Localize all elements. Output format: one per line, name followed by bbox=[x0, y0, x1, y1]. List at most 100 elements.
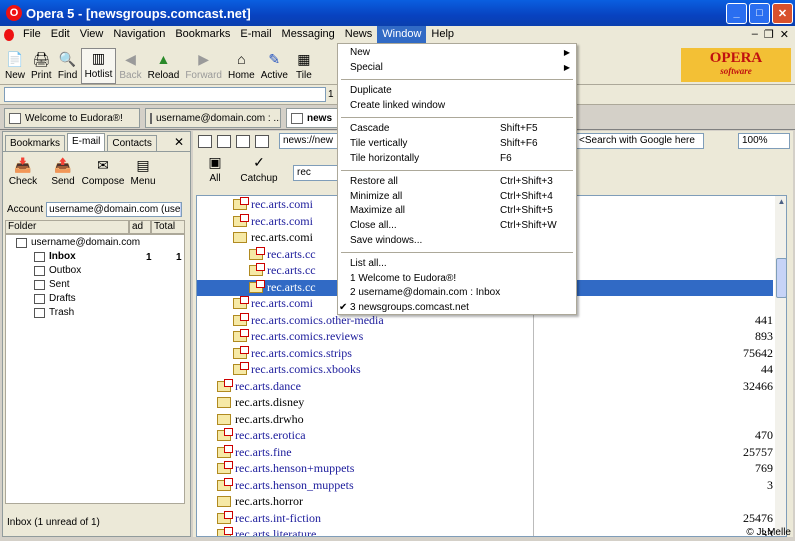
check-button[interactable]: 📥 Check bbox=[3, 156, 43, 196]
search-input[interactable]: <Search with Google here bbox=[576, 133, 704, 149]
tile-button[interactable]: ▦ Tile bbox=[291, 50, 317, 84]
newsgroup-row[interactable]: rec.arts.comics.strips 75642 bbox=[197, 345, 773, 363]
home-button[interactable]: ⌂ Home bbox=[225, 50, 258, 84]
close-button[interactable]: ✕ bbox=[772, 2, 793, 24]
group-filter-input[interactable]: rec bbox=[293, 165, 339, 181]
menu-button[interactable]: ▤ Menu bbox=[123, 156, 163, 196]
window-menu-item[interactable]: Tile horizontally F6 bbox=[338, 152, 576, 166]
newsgroup-name: rec.arts.comi bbox=[251, 296, 313, 310]
new-button[interactable]: 📄 New bbox=[2, 50, 28, 84]
mdi-close-icon[interactable]: ✕ bbox=[780, 28, 789, 41]
menu-separator bbox=[341, 117, 573, 119]
view-icon[interactable] bbox=[217, 134, 231, 148]
window-menu-item[interactable]: Cascade Shift+F5 bbox=[338, 122, 576, 136]
menu-file[interactable]: File bbox=[18, 26, 46, 43]
window-menu-item[interactable]: Save windows... bbox=[338, 234, 576, 248]
col-unread[interactable]: ad bbox=[129, 220, 151, 234]
col-total[interactable]: Total bbox=[151, 220, 185, 234]
folder-root[interactable]: username@domain.com bbox=[16, 237, 140, 248]
menu-item-label: List all... bbox=[350, 258, 387, 270]
window-menu-item[interactable]: Restore all Ctrl+Shift+3 bbox=[338, 175, 576, 189]
opera-menu-icon[interactable] bbox=[4, 28, 14, 41]
window-menu-item[interactable]: List all... bbox=[338, 257, 576, 271]
chevron-down-icon: ▼ bbox=[180, 203, 182, 216]
newsgroup-row[interactable]: rec.arts.literature 33 bbox=[197, 527, 773, 536]
menu-navigation[interactable]: Navigation bbox=[108, 26, 170, 43]
window-menu-item[interactable]: Tile vertically Shift+F6 bbox=[338, 137, 576, 151]
newsgroup-row[interactable]: rec.arts.horror bbox=[197, 494, 773, 511]
tab-inbox[interactable]: username@domain.com : ... bbox=[145, 108, 281, 128]
menu-item-label: Cascade bbox=[350, 123, 390, 135]
active-button[interactable]: ✎ Active bbox=[258, 50, 291, 84]
send-button[interactable]: 📤 Send bbox=[43, 156, 83, 196]
newsgroup-row[interactable]: rec.arts.drwho bbox=[197, 412, 773, 429]
inbox-total: 1 bbox=[176, 252, 182, 263]
window-menu-item[interactable]: Close all... Ctrl+Shift+W bbox=[338, 219, 576, 233]
tab-welcome[interactable]: Welcome to Eudora®! bbox=[4, 108, 140, 128]
scroll-thumb[interactable] bbox=[776, 258, 786, 298]
panel-close-icon[interactable]: ✕ bbox=[174, 135, 184, 149]
minimize-button[interactable]: _ bbox=[726, 2, 747, 24]
catchup-button[interactable]: ✓ Catchup bbox=[237, 153, 281, 187]
compose-icon: ✉ bbox=[97, 156, 109, 173]
newsgroup-row[interactable]: rec.arts.dance 32466 bbox=[197, 378, 773, 396]
newsgroup-row[interactable]: rec.arts.henson_muppets 3 bbox=[197, 477, 773, 495]
window-menu-item[interactable]: Minimize all Ctrl+Shift+4 bbox=[338, 190, 576, 204]
window-menu-item[interactable]: ✔ 3 newsgroups.comcast.net bbox=[338, 301, 576, 315]
account-select[interactable]: username@domain.com (use▼ bbox=[46, 202, 183, 217]
newsgroup-row[interactable]: rec.arts.fine 25757 bbox=[197, 444, 773, 462]
zoom-select[interactable]: 100% bbox=[738, 133, 790, 149]
window-menu-item[interactable]: 1 Welcome to Eudora®! bbox=[338, 272, 576, 286]
menu-messaging[interactable]: Messaging bbox=[277, 26, 340, 43]
col-folder[interactable]: Folder bbox=[5, 220, 129, 234]
lock-icon[interactable] bbox=[198, 134, 212, 148]
compose-button[interactable]: ✉ Compose bbox=[82, 156, 125, 196]
folder-inbox[interactable]: Inbox bbox=[34, 251, 76, 262]
window-menu-item[interactable]: 2 username@domain.com : Inbox bbox=[338, 286, 576, 300]
back-button[interactable]: ◀ Back bbox=[116, 50, 144, 84]
menu-help[interactable]: Help bbox=[426, 26, 459, 43]
tab-email[interactable]: E-mail bbox=[67, 133, 106, 151]
folder-outbox[interactable]: Outbox bbox=[34, 265, 81, 276]
reload-button[interactable]: ▲ Reload bbox=[145, 50, 183, 84]
menu-news[interactable]: News bbox=[340, 26, 378, 43]
forward-button[interactable]: ▶ Forward bbox=[182, 50, 225, 84]
print-preview-icon[interactable] bbox=[255, 134, 269, 148]
tab-bookmarks[interactable]: Bookmarks bbox=[5, 135, 66, 151]
window-menu-item[interactable]: Maximize all Ctrl+Shift+5 bbox=[338, 204, 576, 218]
all-button[interactable]: ▣ All bbox=[193, 153, 237, 187]
vertical-scrollbar[interactable]: ▲ bbox=[775, 196, 786, 536]
document-icon[interactable] bbox=[236, 134, 250, 148]
window-menu-item[interactable]: Duplicate bbox=[338, 84, 576, 98]
menu-bookmarks[interactable]: Bookmarks bbox=[170, 26, 235, 43]
newsgroup-row[interactable]: rec.arts.disney bbox=[197, 395, 773, 412]
newsgroup-row[interactable]: rec.arts.henson+muppets 769 bbox=[197, 461, 773, 478]
address-field[interactable] bbox=[4, 87, 326, 102]
menu-item-label: Maximize all bbox=[350, 205, 406, 217]
url-field[interactable]: news://new bbox=[279, 133, 339, 149]
find-button[interactable]: 🔍 Find bbox=[55, 50, 81, 84]
maximize-button[interactable]: □ bbox=[749, 2, 770, 24]
menu-window[interactable]: Window bbox=[377, 26, 427, 43]
window-menu-item[interactable]: Special ▶ bbox=[338, 61, 576, 75]
subscribed-folder-icon bbox=[249, 263, 265, 276]
mdi-minimize-icon[interactable]: – bbox=[752, 28, 758, 41]
menu-edit[interactable]: Edit bbox=[46, 26, 75, 43]
folder-sent[interactable]: Sent bbox=[34, 279, 70, 290]
print-button[interactable]: 🖨 Print bbox=[28, 50, 55, 84]
scroll-up-icon[interactable]: ▲ bbox=[776, 197, 786, 208]
window-menu-item[interactable]: New ▶ bbox=[338, 46, 576, 60]
menu-view[interactable]: View bbox=[75, 26, 109, 43]
folder-drafts[interactable]: Drafts bbox=[34, 293, 76, 304]
menu-email[interactable]: E-mail bbox=[235, 26, 276, 43]
tab-news[interactable]: news bbox=[286, 108, 338, 128]
folder-trash[interactable]: Trash bbox=[34, 307, 74, 318]
newsgroup-row[interactable]: rec.arts.comics.reviews 893 bbox=[197, 329, 773, 346]
tab-contacts[interactable]: Contacts bbox=[107, 135, 157, 151]
newsgroup-row[interactable]: rec.arts.comics.xbooks 44 bbox=[197, 362, 773, 379]
mdi-restore-icon[interactable]: ❐ bbox=[764, 28, 774, 41]
window-menu-item[interactable]: Create linked window bbox=[338, 99, 576, 113]
newsgroup-row[interactable]: rec.arts.erotica 470 bbox=[197, 428, 773, 445]
hotlist-button[interactable]: ▥ Hotlist bbox=[80, 48, 117, 84]
newsgroup-row[interactable]: rec.arts.int-fiction 25476 bbox=[197, 510, 773, 528]
